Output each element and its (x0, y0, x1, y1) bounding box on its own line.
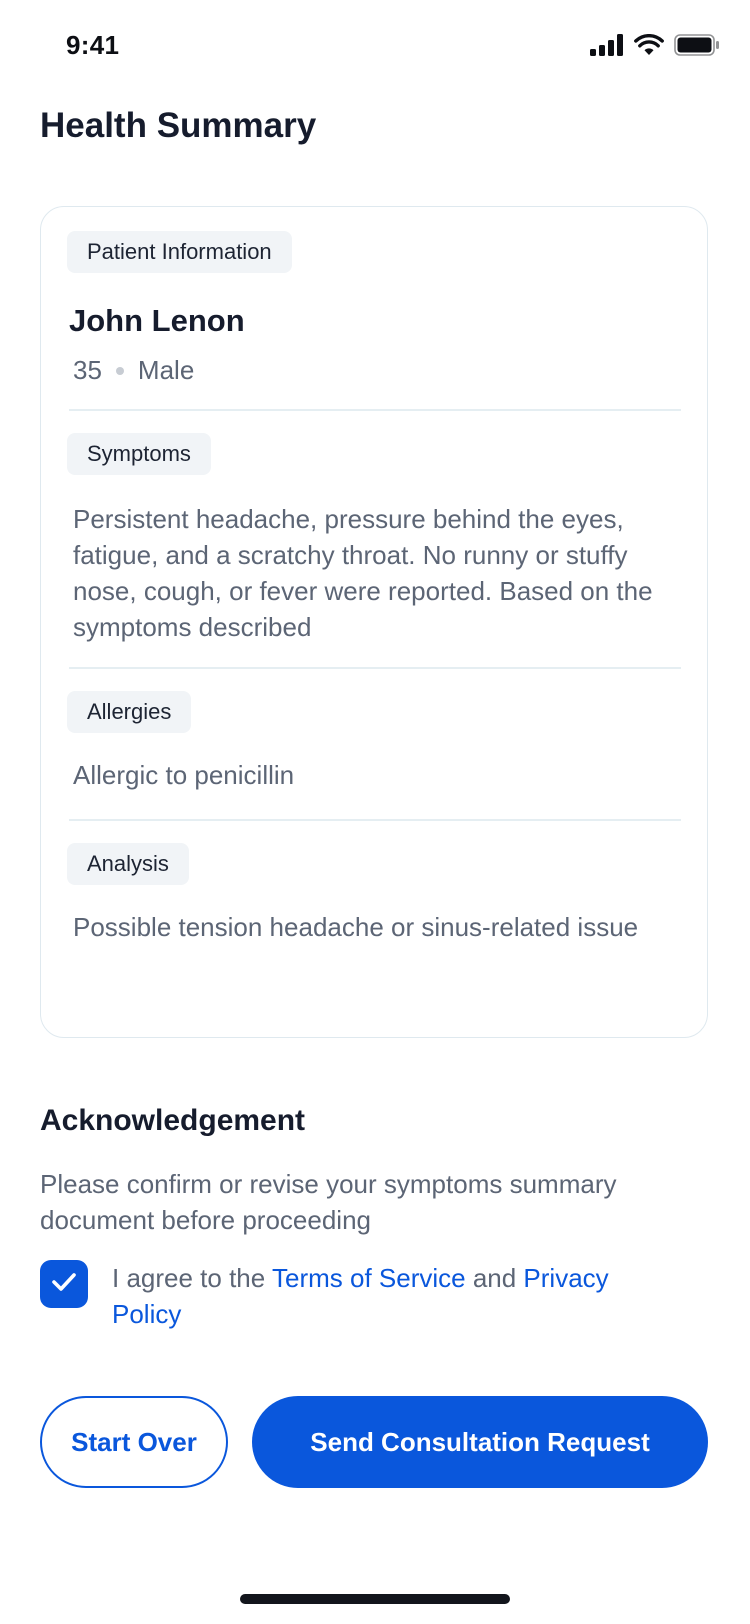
allergies-chip: Allergies (67, 691, 192, 733)
divider (69, 667, 681, 669)
separator-dot (115, 366, 124, 375)
symptoms-text: Persistent headache, pressure behind the… (73, 504, 653, 642)
analysis-text: Possible tension headache or sinus-relat… (73, 912, 639, 942)
agree-text: I agree to the Terms of Service and Priv… (112, 1260, 672, 1332)
status-time: 9:41 (66, 30, 120, 60)
terms-of-service-link[interactable]: Terms of Service (272, 1263, 466, 1293)
patient-age: 35 (73, 355, 102, 385)
patient-info-chip: Patient Information (67, 231, 292, 273)
page-title: Health Summary (40, 106, 317, 145)
status-bar: 9:41 (0, 0, 750, 92)
terms-checkbox[interactable] (40, 1260, 88, 1308)
health-summary-card: Patient Information John Lenon 35 Male S… (40, 206, 708, 1038)
start-over-button[interactable]: Start Over (40, 1396, 228, 1488)
analysis-chip: Analysis (67, 843, 189, 885)
status-icons (590, 34, 720, 61)
cellular-signal-icon (590, 34, 624, 61)
acknowledgement-description: Please confirm or revise your symptoms s… (40, 1169, 617, 1235)
agree-middle: and (465, 1263, 524, 1293)
divider (69, 409, 681, 411)
patient-name: John Lenon (69, 303, 245, 338)
checkmark-icon (51, 1272, 77, 1297)
allergies-text: Allergic to penicillin (73, 760, 295, 790)
wifi-icon (634, 34, 664, 61)
agree-prefix: I agree to the (112, 1263, 272, 1293)
divider (69, 819, 681, 821)
patient-meta: 35 Male (73, 355, 194, 386)
send-consultation-request-button[interactable]: Send Consultation Request (252, 1396, 708, 1488)
battery-icon (674, 34, 720, 61)
acknowledgement-title: Acknowledgement (40, 1104, 306, 1137)
patient-sex: Male (137, 355, 195, 385)
home-indicator (240, 1594, 510, 1604)
symptoms-chip: Symptoms (67, 433, 211, 475)
